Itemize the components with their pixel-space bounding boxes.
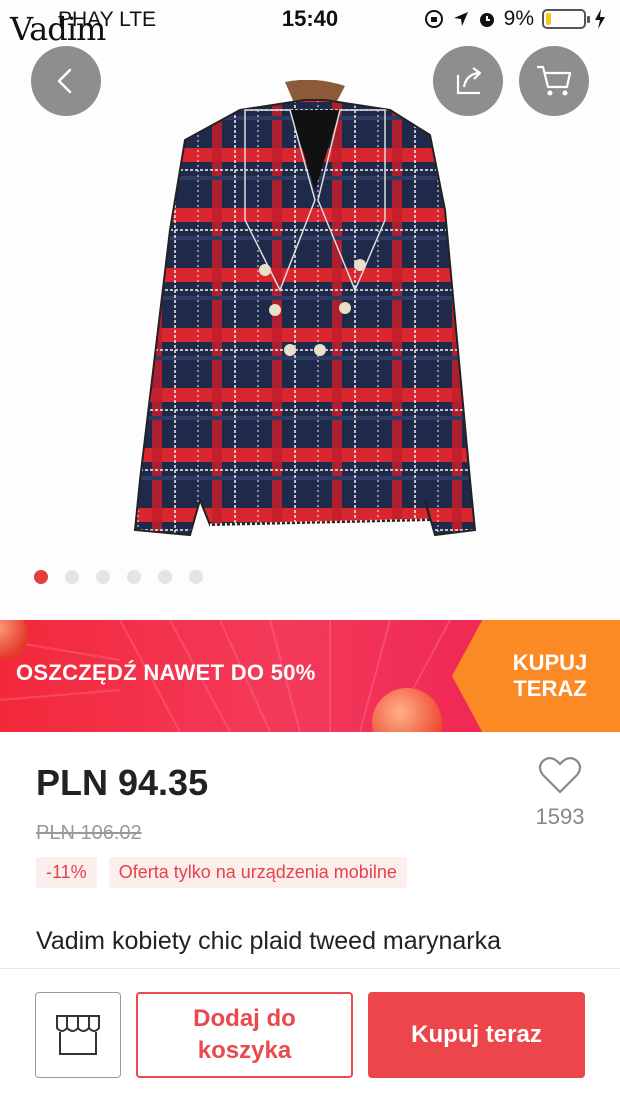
product-title: Vadim kobiety chic plaid tweed marynarka xyxy=(36,927,502,955)
battery-icon xyxy=(542,9,590,29)
carousel-dot[interactable] xyxy=(158,570,172,584)
store-button[interactable] xyxy=(35,992,121,1078)
banner-cta-button[interactable]: KUPUJ TERAZ xyxy=(480,620,620,732)
location-icon xyxy=(453,12,468,26)
carousel-dot[interactable] xyxy=(65,570,79,584)
banner-headline: OSZCZĘDŹ NAWET DO 50% xyxy=(16,660,316,685)
product-image-carousel[interactable]: PHAY LTE 15:40 9% Vadim xyxy=(0,0,620,620)
cart-icon xyxy=(537,65,572,96)
promo-banner[interactable]: OSZCZĘDŹ NAWET DO 50% KUPUJ TERAZ xyxy=(0,620,620,732)
share-icon xyxy=(456,67,482,95)
share-button[interactable] xyxy=(433,46,503,116)
original-price: PLN 106.02 xyxy=(36,822,142,844)
add-to-cart-button[interactable]: Dodaj do koszyka xyxy=(136,992,353,1078)
chevron-left-icon xyxy=(57,68,72,94)
carousel-dot[interactable] xyxy=(189,570,203,584)
carousel-indicator xyxy=(34,570,203,584)
carousel-dot[interactable] xyxy=(34,570,48,584)
wishlist-count: 1593 xyxy=(535,804,585,829)
bottom-action-bar: Dodaj do koszyka Kupuj teraz xyxy=(0,968,620,1100)
heart-icon xyxy=(538,757,582,794)
discount-badge: -11% xyxy=(36,857,97,888)
price-tags: -11% Oferta tylko na urządzenia mobilne xyxy=(36,857,407,888)
status-bar: PHAY LTE 15:40 9% xyxy=(0,0,620,40)
carousel-dot[interactable] xyxy=(96,570,110,584)
cart-button[interactable] xyxy=(519,46,589,116)
buy-now-button[interactable]: Kupuj teraz xyxy=(368,992,585,1078)
alarm-icon xyxy=(479,13,494,27)
back-button[interactable] xyxy=(31,46,101,116)
wishlist-button[interactable]: 1593 xyxy=(530,755,590,830)
product-image xyxy=(133,80,477,537)
store-icon xyxy=(56,1015,100,1055)
mobile-offer-badge: Oferta tylko na urządzenia mobilne xyxy=(108,857,407,888)
rotation-lock-icon xyxy=(424,10,443,28)
charging-icon xyxy=(595,9,605,29)
battery-percent: 9% xyxy=(503,7,534,30)
carousel-dot[interactable] xyxy=(127,570,141,584)
status-icons: 9% xyxy=(424,7,606,31)
product-price: PLN 94.35 xyxy=(36,762,209,803)
